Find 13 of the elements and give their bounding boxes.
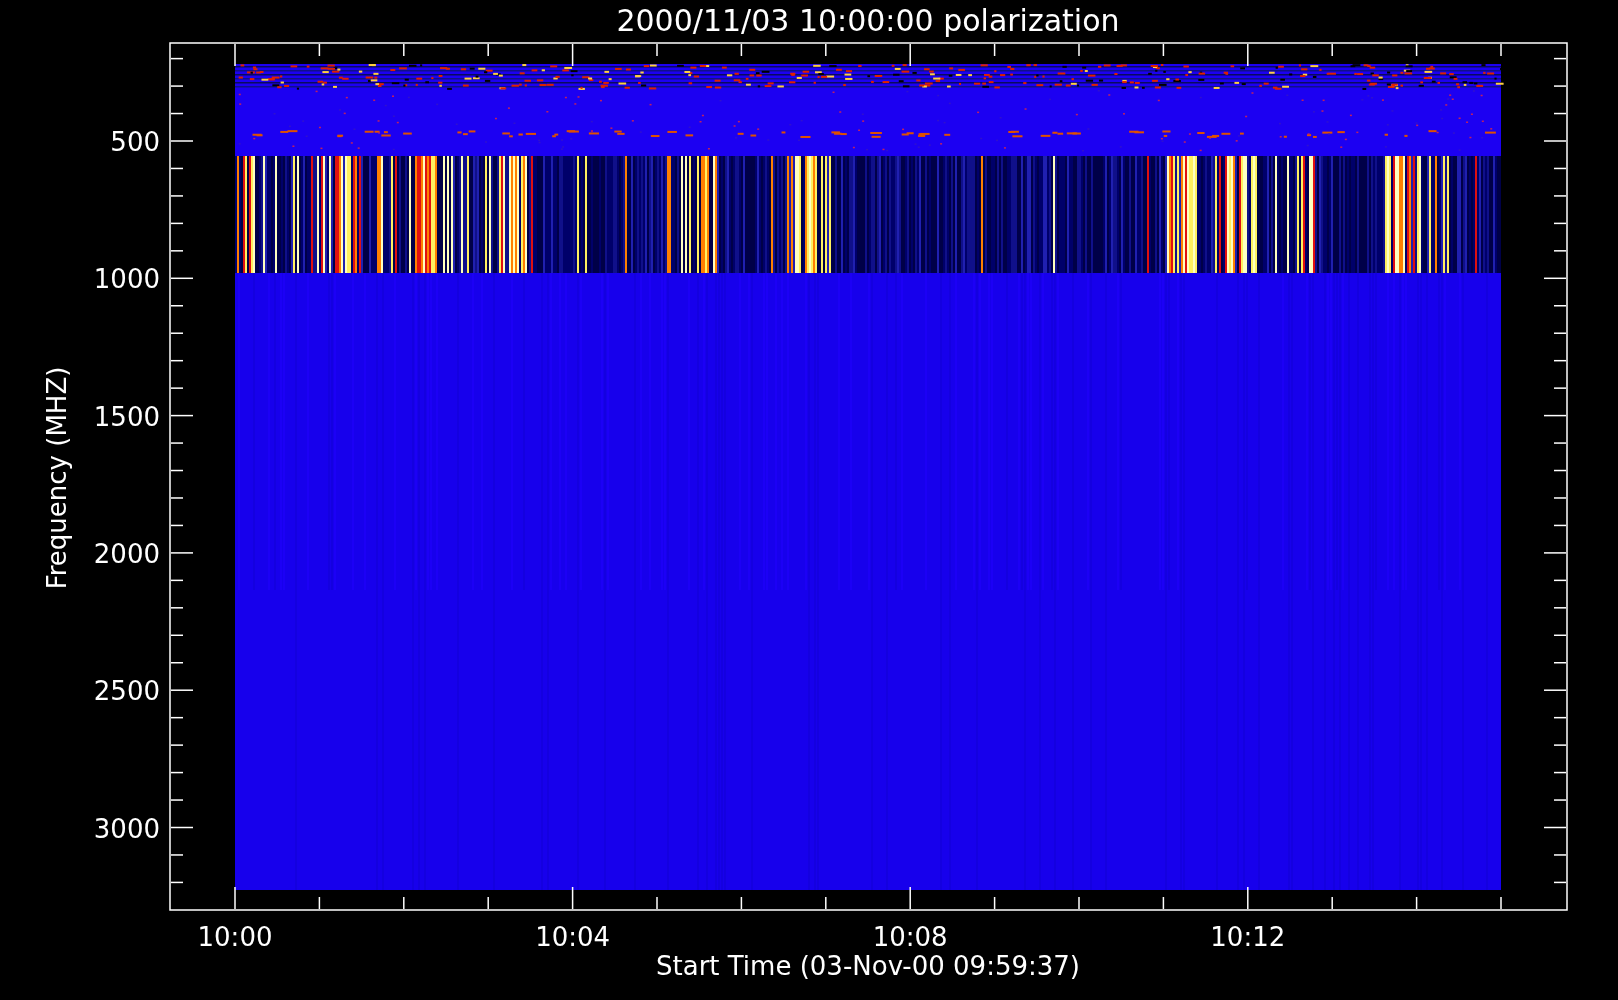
tick-label: 1500 — [93, 401, 160, 432]
x-axis-label: Start Time (03-Nov-00 09:59:37) — [656, 951, 1080, 981]
tick-label: 2500 — [93, 676, 160, 707]
y-axis-label: Frequency (MHZ) — [42, 366, 72, 590]
tick-label: 10:12 — [1210, 922, 1286, 952]
tick-label: 10:00 — [197, 922, 273, 952]
tick-label: 10:04 — [535, 922, 611, 952]
tick-label: 500 — [110, 127, 160, 157]
tick-label: 3000 — [93, 813, 160, 844]
plot-title: 2000/11/03 10:00:00 polarization — [616, 3, 1120, 38]
tick-label: 2000 — [93, 538, 160, 569]
tick-label: 1000 — [93, 264, 160, 295]
tick-label: 10:08 — [872, 922, 948, 952]
